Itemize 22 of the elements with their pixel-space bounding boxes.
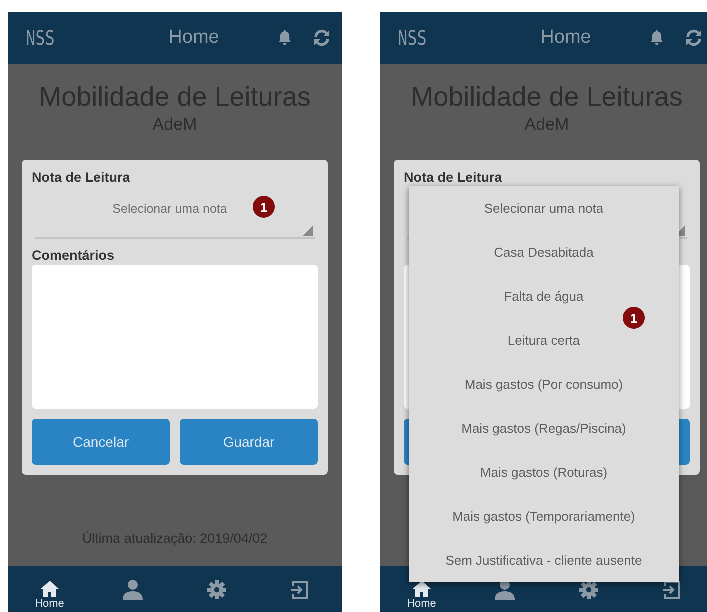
action-button[interactable]: Guardar	[180, 419, 318, 465]
dropdown-option[interactable]: Falta de água	[409, 286, 679, 306]
dropdown-option[interactable]: Leitura certa	[409, 330, 679, 350]
dropdown-option[interactable]: Mais gastos (Regas/Piscina)	[409, 418, 679, 438]
dropdown-option[interactable]: Selecionar uma nota	[409, 198, 679, 218]
header-title: Home	[168, 27, 220, 49]
field-label: Comentários	[32, 248, 115, 263]
dropdown-option[interactable]: Mais gastos (Por consumo)	[409, 374, 679, 394]
app-logo: NSS	[398, 26, 428, 50]
nav-item[interactable]: Home	[392, 580, 452, 610]
number-badge: 1	[253, 196, 275, 218]
dropdown-option[interactable]: Mais gastos (Roturas)	[409, 462, 679, 482]
dropdown-option[interactable]: Sem Justificativa - cliente ausente	[409, 550, 679, 570]
app-logo: NSS	[26, 26, 56, 50]
header-title: Home	[540, 27, 592, 49]
field-label: Nota de Leitura	[32, 170, 132, 185]
note-select[interactable]: Selecionar uma nota 1	[35, 185, 315, 239]
dropdown-option[interactable]: Casa Desabitada	[409, 242, 679, 262]
dropdown-option[interactable]: Mais gastos (Temporariamente)	[409, 506, 679, 526]
nav-item[interactable]: Home	[20, 580, 80, 610]
action-button[interactable]: Cancelar	[32, 419, 170, 465]
field-label: Nota de Leitura	[404, 170, 504, 185]
